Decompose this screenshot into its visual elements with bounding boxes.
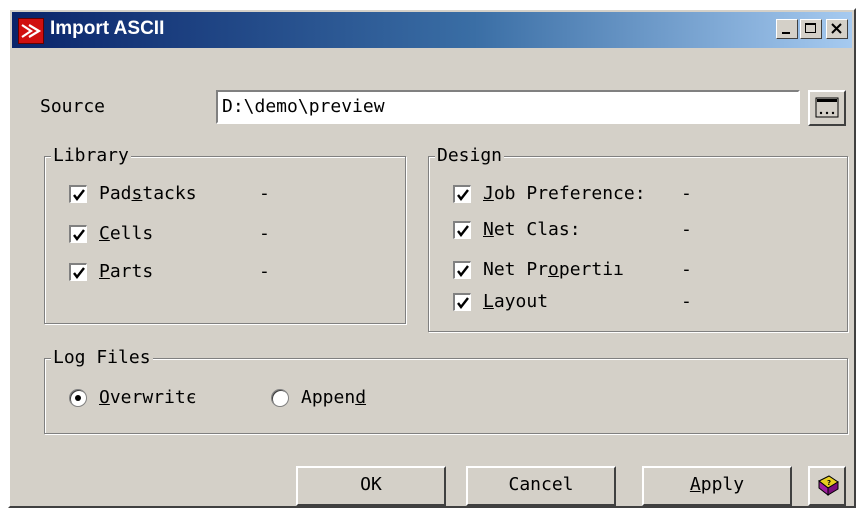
parts-checkbox[interactable]: Parts - bbox=[69, 261, 389, 285]
log-files-group: Log Files Overwritє Append bbox=[44, 347, 848, 434]
ok-button[interactable]: OK bbox=[296, 466, 446, 506]
maximize-icon bbox=[805, 23, 816, 33]
checkmark-icon bbox=[73, 189, 85, 201]
checkbox-label: Padstacks bbox=[99, 183, 197, 204]
status-text: - bbox=[681, 183, 692, 204]
maximize-button[interactable] bbox=[800, 19, 822, 39]
radio-label: Append bbox=[301, 387, 367, 408]
checkmark-icon bbox=[457, 189, 469, 201]
log-files-group-title: Log Files bbox=[51, 347, 153, 368]
append-radio[interactable]: Append bbox=[271, 387, 431, 411]
checkbox-box[interactable] bbox=[69, 185, 87, 203]
library-group-title: Library bbox=[51, 145, 131, 166]
checkmark-icon bbox=[457, 265, 469, 277]
checkbox-label: Cells bbox=[99, 223, 154, 244]
checkmark-icon bbox=[457, 297, 469, 309]
checkbox-box[interactable] bbox=[453, 293, 471, 311]
net-properties-checkbox[interactable]: Net Propertiı - bbox=[453, 259, 833, 283]
checkbox-label: Layout bbox=[483, 291, 549, 312]
source-label: Source bbox=[40, 96, 106, 117]
browse-icon bbox=[815, 97, 839, 118]
checkbox-box[interactable] bbox=[69, 263, 87, 281]
checkbox-box[interactable] bbox=[453, 221, 471, 239]
design-group: Design Job Preference: - Net Clas: - Net… bbox=[428, 145, 848, 332]
status-text: - bbox=[681, 219, 692, 240]
layout-checkbox[interactable]: Layout - bbox=[453, 291, 833, 315]
job-preferences-checkbox[interactable]: Job Preference: - bbox=[453, 183, 833, 207]
checkmark-icon bbox=[73, 229, 85, 241]
padstacks-checkbox[interactable]: Padstacks - bbox=[69, 183, 389, 207]
cancel-button[interactable]: Cancel bbox=[466, 466, 616, 506]
library-group: Library Padstacks - Cells - Parts - bbox=[44, 145, 406, 324]
help-button[interactable]: ? bbox=[808, 466, 846, 506]
close-icon bbox=[831, 23, 842, 34]
overwrite-radio[interactable]: Overwritє bbox=[69, 387, 249, 411]
status-text: - bbox=[259, 223, 270, 244]
checkbox-box[interactable] bbox=[453, 185, 471, 203]
design-group-title: Design bbox=[435, 145, 505, 166]
import-ascii-dialog: Import ASCII Source D:\demo\preview Libr… bbox=[8, 8, 856, 508]
browse-button[interactable] bbox=[808, 90, 846, 126]
close-button[interactable] bbox=[826, 19, 848, 39]
minimize-icon bbox=[782, 32, 790, 34]
radio-dot-icon bbox=[75, 395, 81, 401]
radio-button-selected[interactable] bbox=[69, 389, 87, 407]
checkmark-icon bbox=[457, 225, 469, 237]
minimize-button[interactable] bbox=[776, 19, 798, 39]
status-text: - bbox=[681, 259, 692, 280]
checkbox-label: Job Preference: bbox=[483, 183, 646, 204]
checkbox-label: Net Propertiı bbox=[483, 259, 624, 280]
svg-text:?: ? bbox=[827, 479, 831, 487]
window-title: Import ASCII bbox=[50, 18, 165, 39]
status-text: - bbox=[681, 291, 692, 312]
apply-mnemonic: A bbox=[689, 474, 701, 495]
checkmark-icon bbox=[73, 267, 85, 279]
checkbox-box[interactable] bbox=[453, 261, 471, 279]
status-text: - bbox=[259, 183, 270, 204]
title-bar[interactable]: Import ASCII bbox=[12, 12, 852, 48]
checkbox-label: Parts bbox=[99, 261, 154, 282]
net-class-checkbox[interactable]: Net Clas: - bbox=[453, 219, 833, 243]
checkbox-box[interactable] bbox=[69, 225, 87, 243]
cells-checkbox[interactable]: Cells - bbox=[69, 223, 389, 247]
source-input[interactable]: D:\demo\preview bbox=[216, 90, 800, 124]
app-logo-icon bbox=[18, 18, 44, 44]
radio-button[interactable] bbox=[271, 389, 289, 407]
help-book-icon: ? bbox=[818, 475, 839, 497]
checkbox-label: Net Clas: bbox=[483, 219, 581, 240]
apply-button[interactable]: Apply bbox=[642, 466, 792, 506]
radio-label: Overwritє bbox=[99, 387, 197, 408]
status-text: - bbox=[259, 261, 270, 282]
apply-label: pply bbox=[700, 474, 745, 495]
